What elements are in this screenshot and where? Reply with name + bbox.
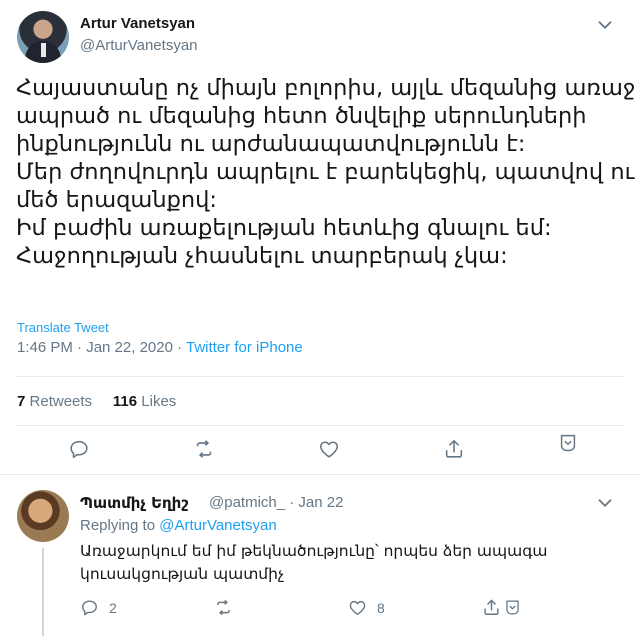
reply-line: Առաջարկում եմ իմ թեկնածությունը՝ որպես ձ…	[80, 542, 548, 560]
tweet-line: ինքնությունն ու արժանապատվությունն է:	[16, 131, 526, 157]
share-icon[interactable]	[443, 438, 469, 464]
divider	[0, 474, 640, 475]
like-count: 8	[377, 599, 385, 616]
save-icon[interactable]	[557, 432, 583, 458]
reply-retweet-button[interactable]	[214, 598, 233, 617]
retweets-label: Retweets	[29, 393, 93, 410]
reply-author-handle[interactable]: @patmich_ · Jan 22	[209, 494, 343, 511]
reply-icon[interactable]	[68, 438, 94, 464]
likes-label: Likes	[141, 393, 177, 410]
reply-icon[interactable]	[80, 598, 99, 617]
likes-stat[interactable]: 116 Likes	[113, 393, 176, 410]
tweet-line: մեծ երազանքով:	[16, 187, 217, 213]
translate-tweet-link[interactable]: Translate Tweet	[17, 320, 109, 335]
divider	[16, 425, 624, 426]
tweet-line: Հայաստանը ոչ միայն բոլորիս, այլև մեզանից…	[16, 75, 636, 101]
tweet-line: Հաջողության չհասնելու տարբերակ չկա:	[16, 243, 508, 269]
replying-to: Replying to @ArturVanetsyan	[80, 517, 277, 534]
like-icon[interactable]	[348, 598, 367, 617]
retweet-icon[interactable]	[193, 438, 219, 464]
replying-prefix: Replying to	[80, 517, 160, 534]
tweet-text: Հայաստանը ոչ միայն բոլորիս, այլև մեզանից…	[16, 74, 636, 270]
thread-line	[42, 548, 44, 636]
reply-share-button[interactable]	[482, 598, 522, 617]
reply-text: Առաջարկում եմ իմ թեկնածությունը՝ որպես ձ…	[80, 540, 620, 586]
tweet-stats: 7 Retweets 116 Likes	[17, 393, 176, 410]
timestamp[interactable]: 1:46 PM · Jan 22, 2020 ·	[17, 339, 186, 356]
source-link[interactable]: Twitter for iPhone	[186, 339, 303, 356]
chevron-down-icon[interactable]	[594, 492, 616, 514]
like-icon[interactable]	[318, 438, 344, 464]
reply-reply-button[interactable]: 2	[80, 598, 117, 617]
main-tweet: Artur Vanetsyan @ArturVanetsyan Հայաստան…	[0, 0, 640, 475]
replying-to-link[interactable]: @ArturVanetsyan	[159, 517, 277, 534]
likes-count: 116	[112, 393, 138, 410]
tweet-meta: 1:46 PM · Jan 22, 2020 · Twitter for iPh…	[17, 339, 303, 356]
share-icon[interactable]	[482, 598, 501, 617]
divider	[16, 376, 624, 377]
reply-like-button[interactable]: 8	[348, 598, 385, 617]
chevron-down-icon[interactable]	[594, 14, 616, 36]
tweet-actions	[0, 434, 640, 470]
author-avatar[interactable]	[17, 11, 69, 63]
reply-count: 2	[109, 599, 117, 616]
tweet-line: ապրած ու մեզանից հետո ծնվելիք սերունդներ…	[16, 103, 587, 129]
reply-line: կուսակցության պատմիչ	[80, 565, 285, 583]
save-icon[interactable]	[503, 598, 522, 617]
tweet-line: Մեր ժողովուրդն ապրելու է բարեկեցիկ, պատվ…	[16, 159, 635, 185]
author-handle[interactable]: @ArturVanetsyan	[80, 37, 198, 54]
retweet-icon[interactable]	[214, 598, 233, 617]
author-name[interactable]: Artur Vanetsyan	[80, 15, 195, 32]
reply-author-avatar[interactable]	[17, 490, 69, 542]
reply-author-name[interactable]: Պատմիչ Եղիշ	[80, 494, 189, 512]
tweet-line: Իմ բաժին առաքելության հետևից գնալու եմ:	[16, 215, 552, 241]
reply-actions: 2 8	[80, 598, 620, 620]
retweets-stat[interactable]: 7 Retweets	[17, 393, 92, 410]
retweets-count: 7	[17, 393, 26, 410]
